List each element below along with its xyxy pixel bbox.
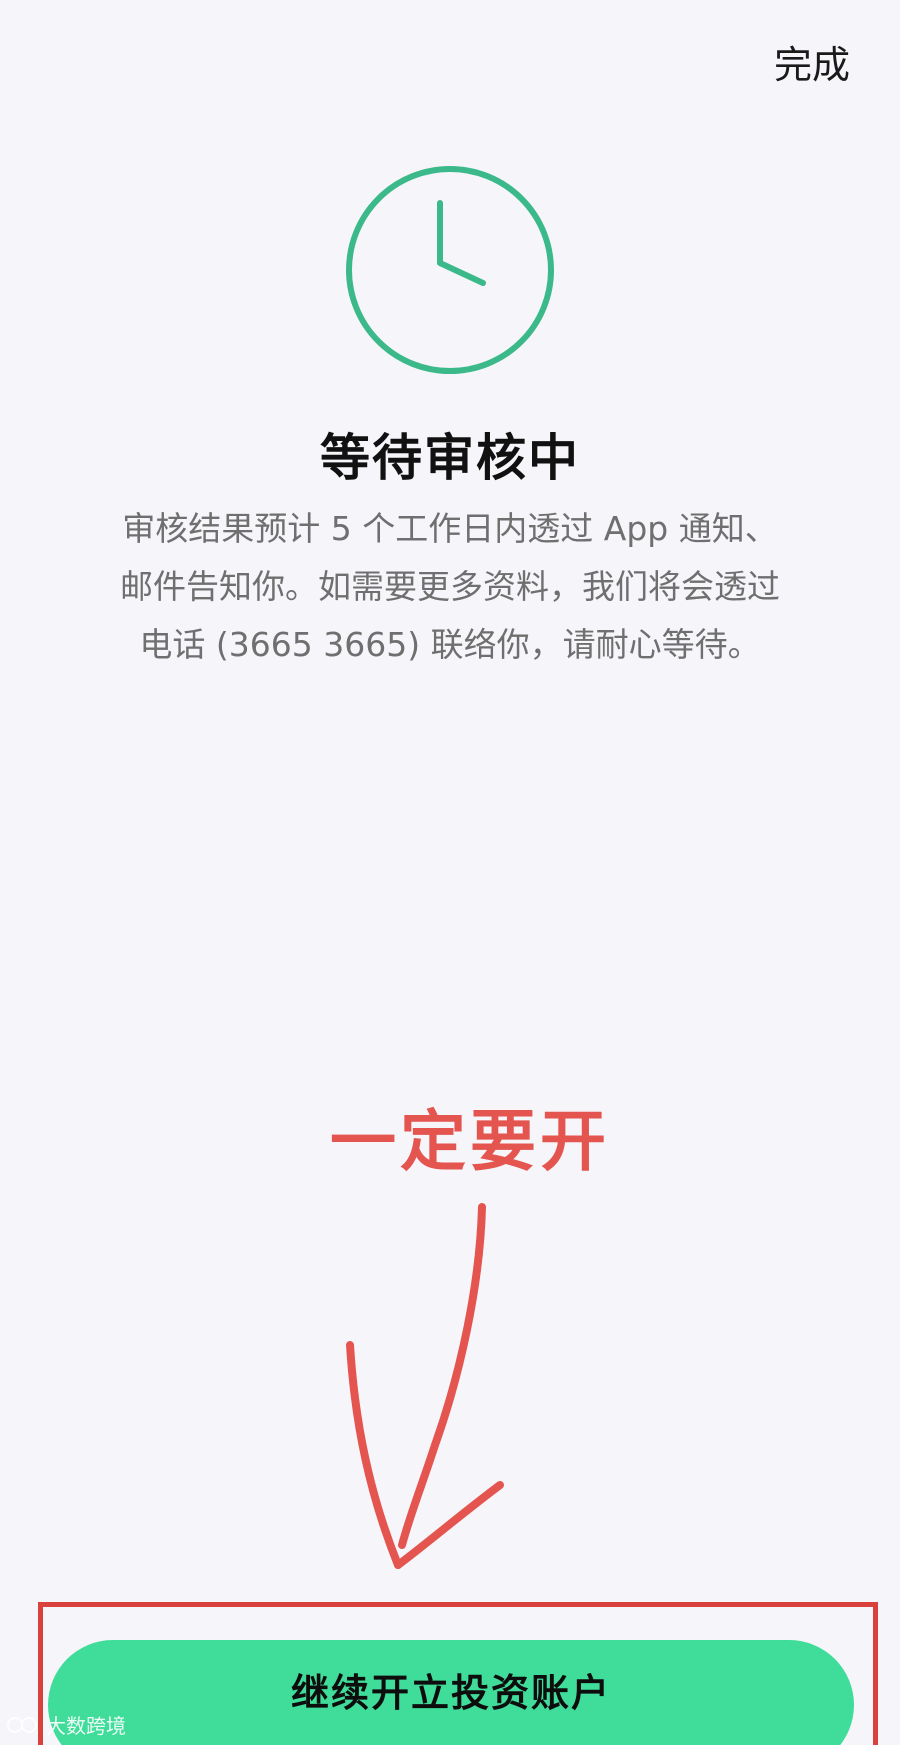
clock-icon <box>343 163 557 377</box>
review-pending-screen: 完成 等待审核中 审核结果预计 5 个工作日内透过 App 通知、邮件告知你。如… <box>0 0 900 1745</box>
watermark-text: 大数跨境 <box>46 1714 126 1738</box>
continue-open-account-button[interactable]: 继续开立投资账户 <box>48 1640 854 1745</box>
status-description: 审核结果预计 5 个工作日内透过 App 通知、邮件告知你。如需要更多资料，我们… <box>120 509 780 664</box>
watermark: 大数跨境 <box>6 1710 126 1739</box>
annotation-label: 一定要开 <box>330 1103 610 1180</box>
watermark-logo-icon <box>7 1716 37 1733</box>
hand-drawn-arrow-icon <box>330 1195 530 1595</box>
continue-open-account-label: 继续开立投资账户 <box>290 1671 611 1715</box>
done-button[interactable]: 完成 <box>768 30 856 93</box>
page-title: 等待审核中 <box>320 429 580 487</box>
